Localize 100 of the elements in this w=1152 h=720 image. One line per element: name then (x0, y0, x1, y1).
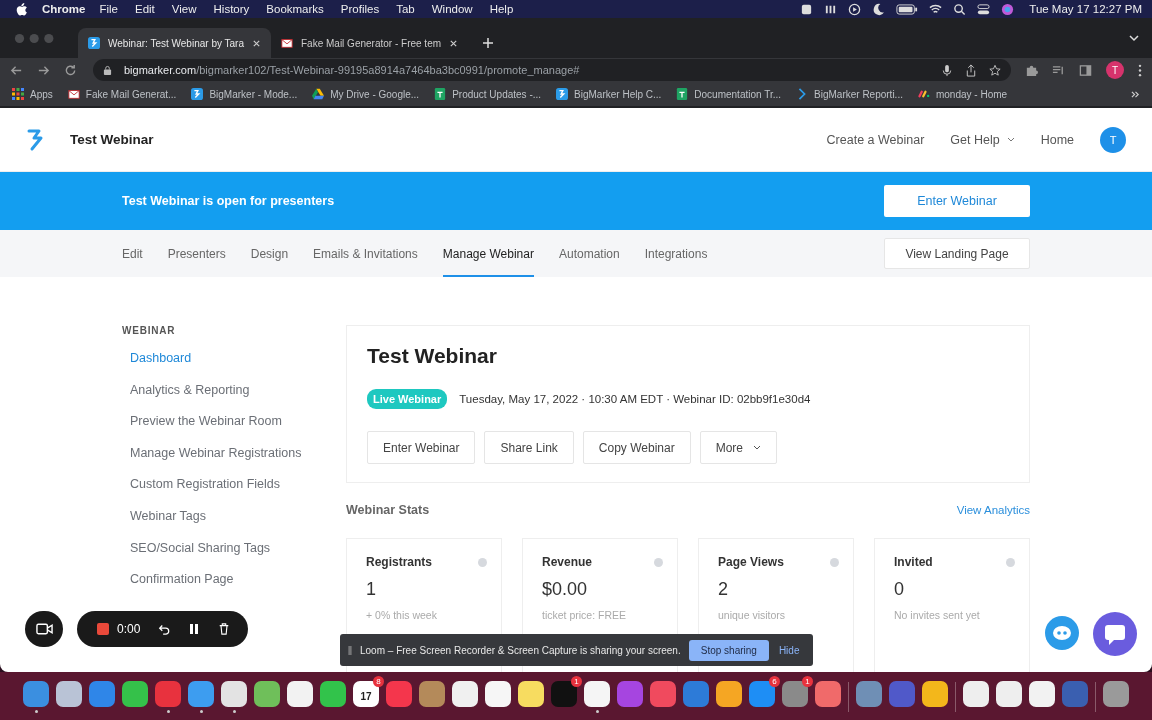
header-link[interactable]: Get Help (950, 132, 1015, 147)
header-link[interactable]: Create a Webinar (826, 132, 925, 147)
stop-sharing-button[interactable]: Stop sharing (688, 639, 769, 661)
app-icon[interactable] (996, 681, 1022, 707)
menu-bar-clock[interactable]: Tue May 17 12:27 PM (1029, 3, 1142, 15)
siri-icon[interactable] (1001, 2, 1015, 16)
battery-icon[interactable] (896, 2, 919, 16)
pause-icon[interactable] (188, 623, 201, 635)
sidebar-item[interactable]: Custom Registration Fields (122, 474, 346, 506)
menu-item[interactable]: File (99, 3, 118, 15)
app-icon[interactable] (963, 681, 989, 707)
bookmark-item[interactable]: My Drive - Google... (312, 88, 420, 100)
app-icon[interactable] (320, 681, 346, 707)
wifi-icon[interactable] (929, 2, 943, 16)
hide-button[interactable]: Hide (776, 644, 802, 656)
view-analytics-link[interactable]: View Analytics (956, 504, 1030, 516)
menu-item[interactable]: Bookmarks (266, 3, 324, 15)
bookmark-item[interactable]: BigMarker - Mode... (191, 88, 298, 100)
close-icon[interactable] (252, 38, 261, 48)
profile-avatar[interactable]: T (1106, 61, 1124, 79)
app-icon[interactable] (1029, 681, 1055, 707)
bookmark-item[interactable]: Apps (12, 88, 53, 100)
app-icon[interactable] (122, 681, 148, 707)
stop-icon[interactable] (97, 623, 109, 635)
app-icon[interactable] (716, 681, 742, 707)
nav-tab[interactable]: Integrations (644, 230, 708, 277)
control-center-icon[interactable] (977, 2, 991, 16)
enter-webinar-button[interactable]: Enter Webinar (884, 185, 1030, 217)
sidebar-item[interactable]: Preview the Webinar Room (122, 411, 346, 443)
camera-button[interactable] (25, 611, 63, 647)
browser-tab[interactable]: Webinar: Test Webinar by Tara (78, 28, 271, 58)
undo-icon[interactable] (158, 623, 171, 635)
address-bar[interactable]: bigmarker.com/bigmarker102/Test-Webinar-99195a8914a7464ba3bc0991/promote_manage# (93, 59, 1011, 81)
sidebar-item[interactable]: Manage Webinar Registrations (122, 442, 346, 475)
share-icon[interactable] (965, 63, 977, 77)
star-icon[interactable] (989, 63, 1001, 77)
nav-tab[interactable]: Edit (122, 230, 143, 277)
microphone-icon[interactable] (941, 63, 953, 77)
apple-icon[interactable] (16, 2, 28, 16)
app-icon[interactable] (485, 681, 511, 707)
app-icon[interactable] (221, 681, 247, 707)
sidebar-item[interactable]: SEO/Social Sharing Tags (122, 537, 346, 570)
app-icon[interactable] (56, 681, 82, 707)
drag-handle-icon[interactable] (348, 645, 352, 655)
reload-icon[interactable] (64, 63, 77, 77)
status-icon[interactable] (800, 2, 814, 16)
app-icon[interactable] (452, 681, 478, 707)
menu-item[interactable]: History (213, 3, 250, 15)
play-icon[interactable] (848, 2, 862, 16)
moon-icon[interactable] (872, 2, 886, 16)
bookmark-item[interactable]: BigMarker Reporti... (796, 88, 903, 100)
menu-item[interactable]: Chrome (42, 3, 86, 15)
bookmark-item[interactable]: Fake Mail Generat... (67, 88, 177, 100)
sidebar-item[interactable]: Confirmation Page (122, 569, 346, 601)
bookmark-item[interactable]: Product Updates -... (434, 88, 542, 100)
browser-tab[interactable]: Fake Mail Generator - Free tem (271, 28, 469, 58)
bookmark-item[interactable]: BigMarker Help C... (556, 88, 662, 100)
action-button[interactable]: Copy Webinar (582, 431, 691, 464)
menu-item[interactable]: Profiles (340, 3, 380, 15)
stat-label: Revenue (542, 555, 593, 569)
side-panel-icon[interactable] (1079, 63, 1092, 77)
view-landing-page-button[interactable]: View Landing Page (884, 238, 1030, 269)
action-button[interactable]: More (699, 431, 778, 464)
close-icon[interactable] (449, 38, 459, 48)
menu-item[interactable]: Window (431, 3, 473, 15)
app-icon[interactable] (287, 681, 313, 707)
nav-tab[interactable]: Manage Webinar (442, 230, 534, 277)
puzzle-icon[interactable] (1025, 63, 1038, 77)
search-icon[interactable] (953, 2, 967, 16)
app-icon[interactable] (584, 681, 610, 707)
menu-item[interactable]: View (171, 3, 197, 15)
nav-tab[interactable]: Presenters (167, 230, 226, 277)
lock-icon[interactable] (103, 64, 112, 76)
header-link[interactable]: Home (1040, 132, 1074, 147)
chevron-down-icon[interactable] (1128, 32, 1140, 44)
sheet-icon (676, 88, 689, 100)
sidebar-item[interactable]: Webinar Tags (122, 505, 346, 538)
sidebar-item[interactable]: Dashboard (122, 348, 346, 380)
menu-item[interactable]: Edit (135, 3, 155, 15)
new-tab-icon[interactable] (482, 37, 495, 49)
more-menu-icon[interactable] (1138, 63, 1142, 77)
double-chevron-icon[interactable] (1131, 89, 1140, 99)
action-button[interactable]: Enter Webinar (367, 431, 476, 464)
action-button[interactable]: Share Link (484, 431, 574, 464)
robot-help-icon[interactable] (1045, 616, 1079, 650)
nav-tab[interactable]: Design (250, 230, 289, 277)
nav-tab[interactable]: Emails & Invitations (313, 230, 418, 277)
bookmark-item[interactable]: Documentation Tr... (676, 88, 782, 100)
menu-item[interactable]: Help (489, 3, 514, 15)
media-icon[interactable] (1052, 63, 1065, 77)
app-icon[interactable] (518, 681, 544, 707)
nav-tab[interactable]: Automation (558, 230, 620, 277)
app-icon[interactable] (922, 681, 948, 707)
app-icon[interactable] (254, 681, 280, 707)
menu-item[interactable]: Tab (396, 3, 415, 15)
bookmark-item[interactable]: monday - Home (917, 88, 1008, 100)
drive-icon (312, 88, 325, 100)
sidebar-item[interactable]: Analytics & Reporting (122, 379, 346, 412)
chat-icon[interactable] (1093, 612, 1137, 656)
trash-icon[interactable] (218, 623, 231, 635)
